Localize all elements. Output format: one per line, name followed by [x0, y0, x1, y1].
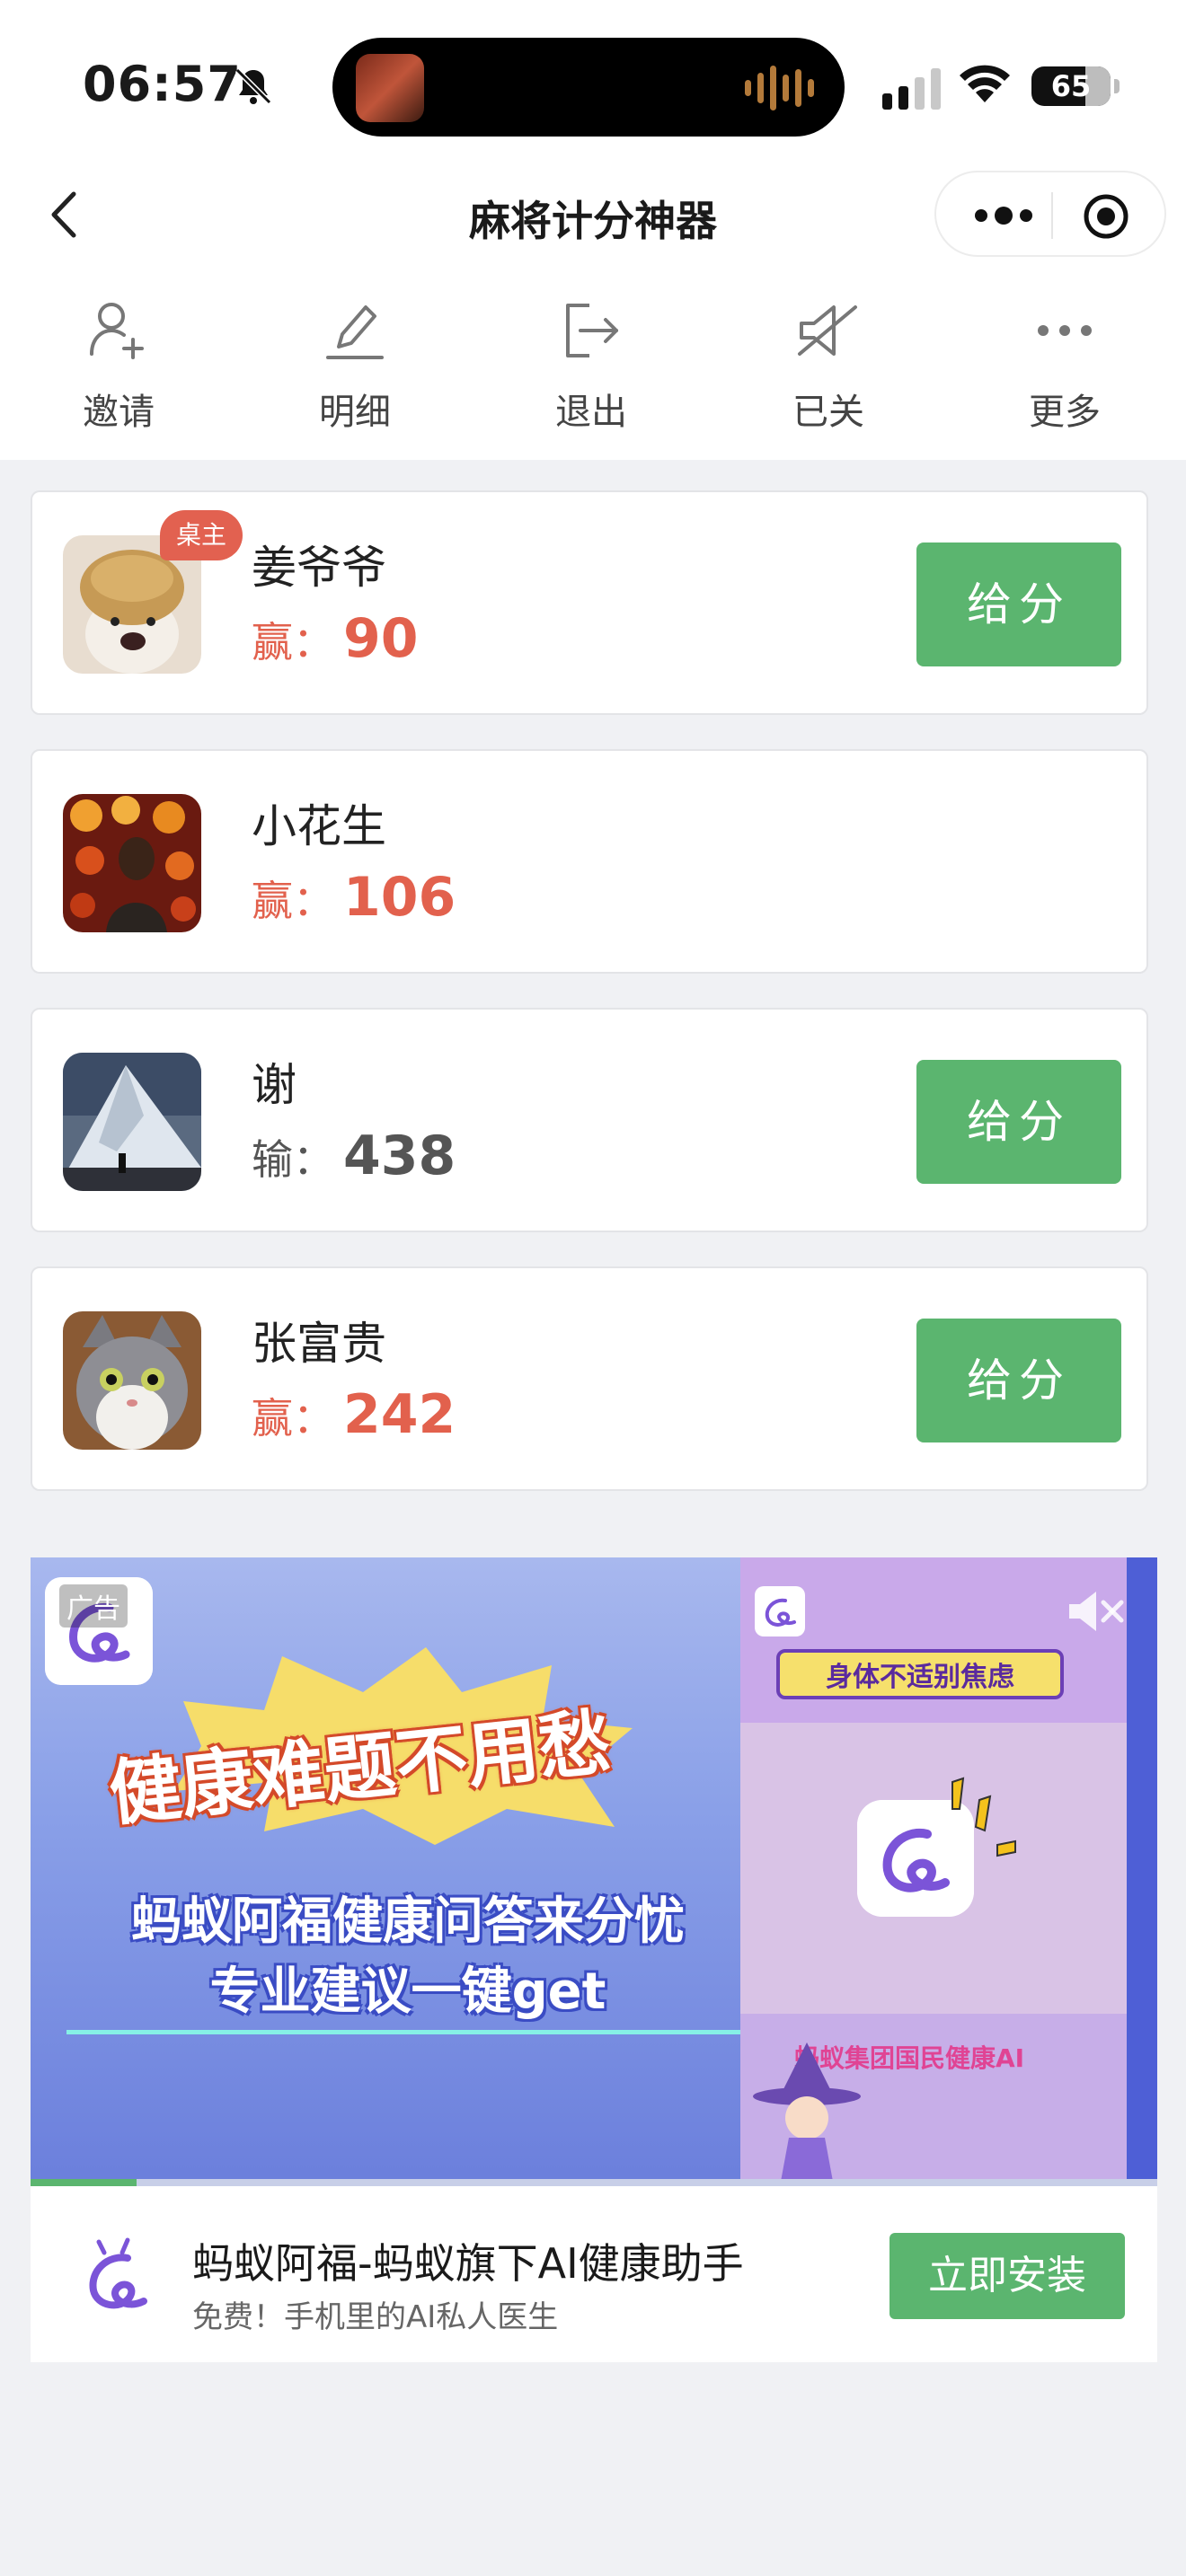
ad-app-title[interactable]: 蚂蚁阿福-蚂蚁旗下AI健康助手: [192, 2231, 744, 2290]
invite-label: 邀请: [83, 392, 155, 433]
player-name: 谢: [252, 1059, 296, 1111]
give-points-button[interactable]: 给分: [916, 543, 1121, 666]
action-toolbar: 邀请 明细 退出 已关 更多: [0, 269, 1186, 460]
score-value: 106: [343, 866, 456, 929]
player-name: 张富贵: [252, 1318, 386, 1370]
player-score: 赢： 90: [252, 607, 419, 670]
pencil-icon: [326, 305, 384, 359]
player-card: 张富贵 赢： 242 给分: [31, 1266, 1148, 1491]
avatar-lanterns[interactable]: [63, 794, 201, 932]
give-points-button[interactable]: 给分: [916, 1319, 1121, 1442]
host-badge: 桌主: [160, 510, 243, 560]
ad-app-description: 免费！手机里的AI私人医生: [192, 2299, 559, 2335]
battery-cap: [1114, 79, 1120, 93]
add-user-icon: [90, 303, 144, 359]
ad-edge: [1127, 1557, 1157, 2186]
ad-banner[interactable]: 健康难题不用愁 蚂蚁阿福健康问答来分忧 专业建议一键get 广告 身体不适别焦虑: [31, 1557, 1157, 2362]
more-options-icon[interactable]: [970, 198, 1037, 234]
status-bar: 06:57 65: [0, 0, 1186, 162]
speaker-muted-icon: [798, 305, 857, 356]
result-label: 输：: [252, 1135, 334, 1184]
ad-divider: [66, 2030, 740, 2034]
avatar-cat[interactable]: [63, 1311, 201, 1450]
more-label: 更多: [1029, 392, 1101, 433]
exit-icon: [566, 304, 618, 357]
result-label: 赢：: [252, 1394, 334, 1442]
mini-program-capsule: [934, 171, 1166, 257]
status-time: 06:57: [83, 56, 242, 112]
ad-progress-fill: [31, 2179, 137, 2186]
player-card: 小花生 赢： 106: [31, 749, 1148, 974]
details-button[interactable]: 明细: [274, 295, 436, 435]
exit-button[interactable]: 退出: [510, 295, 672, 435]
player-card: 桌主 姜爷爷 赢： 90 给分: [31, 490, 1148, 715]
app-logo-icon: [755, 1586, 805, 1636]
ad-subline-1: 蚂蚁阿福健康问答来分忧: [131, 1892, 685, 1951]
ad-banner-tag: 身体不适别焦虑: [776, 1649, 1064, 1699]
player-card: 谢 输： 438 给分: [31, 1008, 1148, 1232]
bell-muted-icon: [235, 67, 272, 105]
ad-progress-bar: [31, 2179, 1157, 2186]
sound-toggle-button[interactable]: 已关: [748, 295, 909, 435]
wifi-icon: [960, 65, 1010, 102]
close-mini-program-icon[interactable]: [1082, 192, 1130, 241]
ad-tag[interactable]: 广告: [59, 1584, 128, 1628]
result-label: 赢：: [252, 877, 334, 925]
give-points-button[interactable]: 给分: [916, 1060, 1121, 1184]
witch-mascot-graphic: [753, 2042, 861, 2186]
audio-waveform-icon: [745, 65, 814, 111]
app-logo-icon: [89, 2237, 147, 2309]
ad-subline-2: 专业建议一键get: [209, 1963, 606, 2021]
battery-icon: 65: [1031, 66, 1111, 106]
player-name: 姜爷爷: [252, 542, 386, 594]
nav-bar: 麻将计分神器: [0, 162, 1186, 269]
invite-button[interactable]: 邀请: [38, 295, 199, 435]
ad-side-panel: 身体不适别焦虑 蚂蚁集团国民健康AI: [740, 1557, 1127, 2186]
result-label: 赢：: [252, 618, 334, 666]
sound-label: 已关: [792, 392, 864, 433]
exit-label: 退出: [555, 392, 627, 433]
now-playing-thumbnail: [356, 54, 424, 122]
ad-app-info: 蚂蚁阿福-蚂蚁旗下AI健康助手 免费！手机里的AI私人医生 立即安装: [31, 2186, 1157, 2362]
cellular-signal-icon: [882, 66, 941, 110]
dynamic-island[interactable]: [332, 38, 845, 137]
score-value: 242: [343, 1383, 456, 1446]
score-value: 438: [343, 1125, 456, 1187]
ad-mute-icon[interactable]: [1064, 1584, 1127, 1638]
player-score: 赢： 242: [252, 1383, 456, 1446]
battery-level: 65: [1050, 69, 1092, 103]
details-label: 明细: [319, 392, 391, 433]
more-button[interactable]: 更多: [984, 295, 1146, 435]
ad-video[interactable]: 健康难题不用愁 蚂蚁阿福健康问答来分忧 专业建议一键get 广告 身体不适别焦虑: [31, 1557, 1157, 2186]
install-button[interactable]: 立即安装: [890, 2233, 1125, 2319]
more-icon: [1038, 325, 1092, 336]
sparkle-rays-graphic: [951, 1777, 1016, 1857]
player-name: 小花生: [252, 800, 386, 852]
score-value: 90: [343, 607, 419, 670]
capsule-divider: [1051, 192, 1053, 239]
player-score: 输： 438: [252, 1125, 456, 1187]
player-score: 赢： 106: [252, 866, 456, 929]
avatar-mountain[interactable]: [63, 1053, 201, 1191]
